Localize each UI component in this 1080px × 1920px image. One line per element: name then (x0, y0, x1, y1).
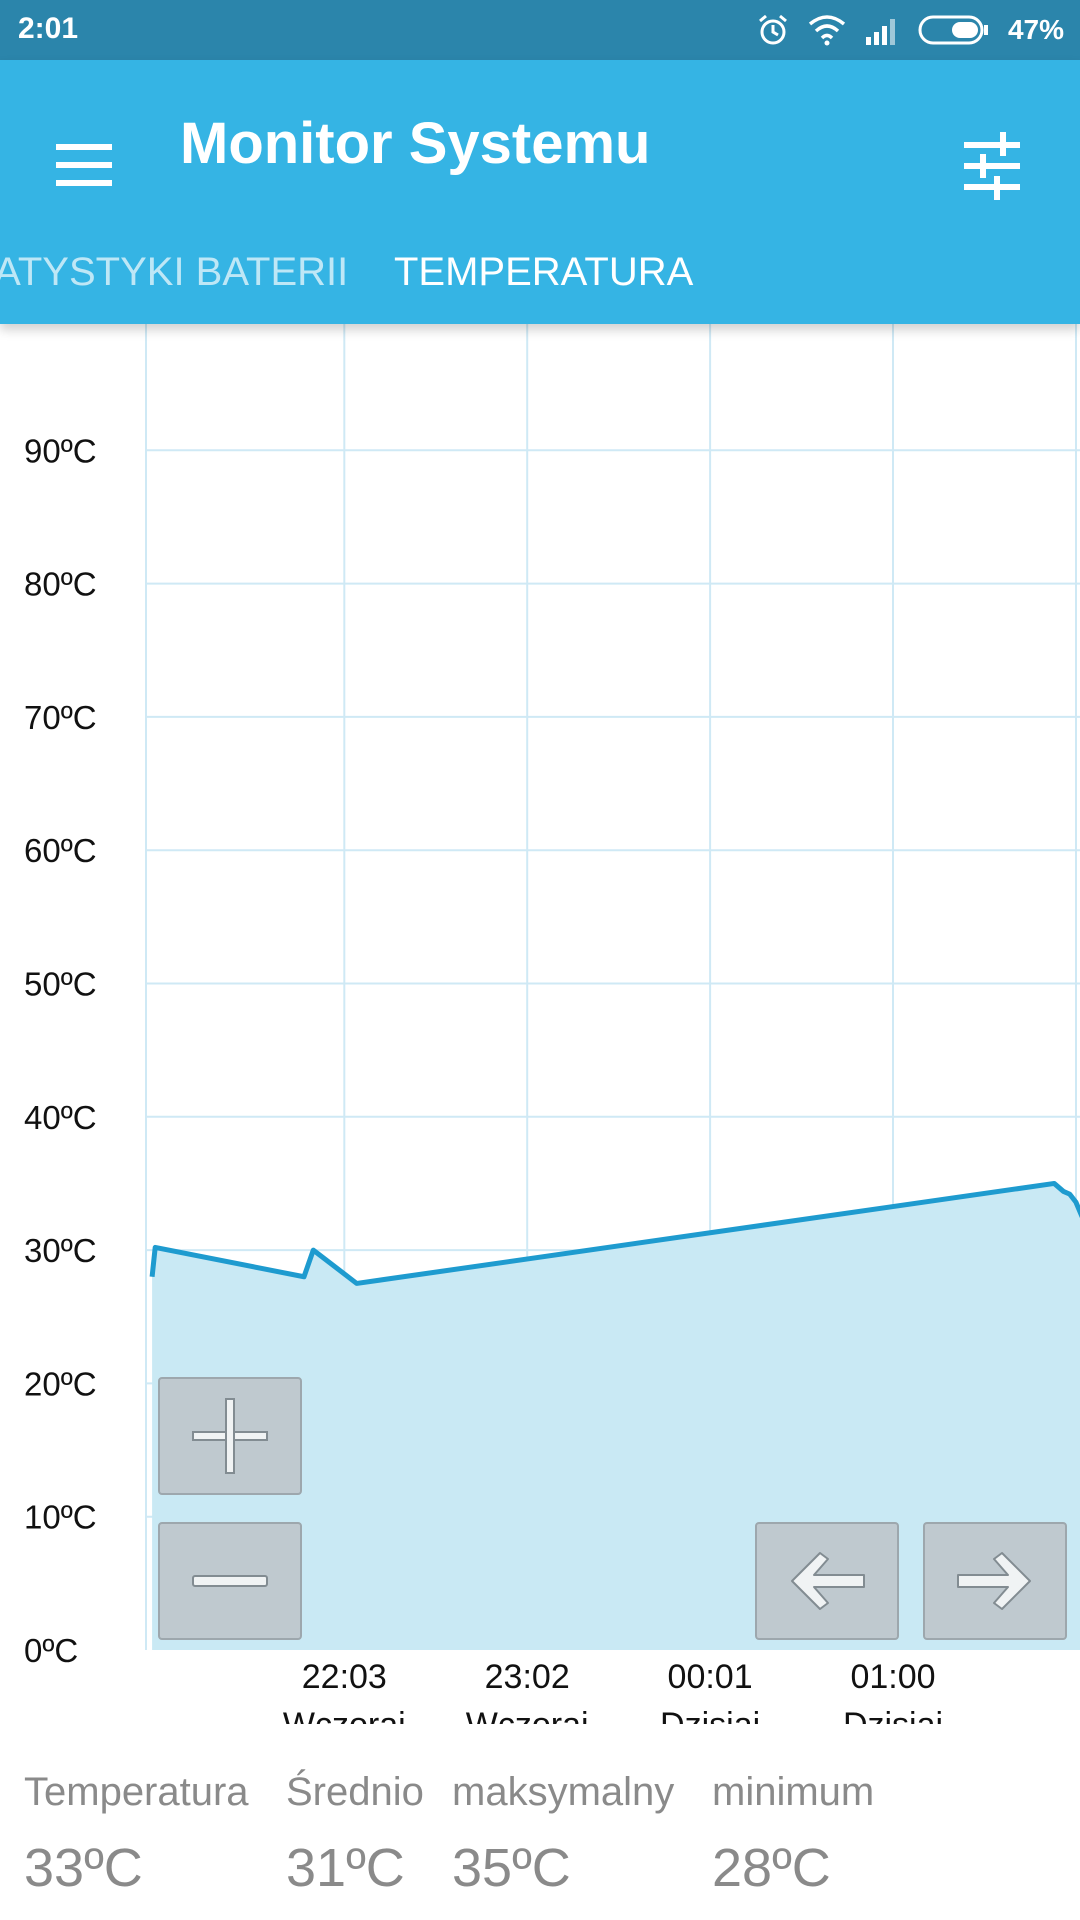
x-tick-time: 01:00 (850, 1658, 935, 1696)
stat-label: Temperatura (24, 1770, 249, 1814)
app-title: Monitor Systemu (180, 111, 651, 176)
stat-label: maksymalny (452, 1770, 675, 1814)
tab-bar: STATYSTYKI BATERII TEMPERATURA (0, 250, 1080, 324)
x-tick-time: 22:03 (302, 1658, 387, 1696)
stat-max: maksymalny 35ºC (452, 1770, 674, 1899)
y-tick-label: 60ºC (24, 832, 97, 869)
y-tick-label: 20ºC (24, 1365, 97, 1402)
stat-min: minimum 28ºC (712, 1770, 874, 1899)
stat-average: Średnio 31ºC (286, 1770, 424, 1899)
y-tick-label: 0ºC (24, 1632, 78, 1669)
stat-value: 35ºC (452, 1838, 571, 1898)
status-time: 2:01 (18, 12, 79, 45)
y-tick-label: 30ºC (24, 1232, 97, 1269)
previous-button[interactable] (755, 1522, 899, 1640)
y-tick-label: 50ºC (24, 966, 97, 1003)
hamburger-menu-icon (56, 144, 112, 186)
app-bar: Monitor Systemu STATYSTYKI BATERII TEMPE… (0, 60, 1080, 324)
x-tick-time: 23:02 (485, 1658, 570, 1696)
plus-icon (192, 1398, 268, 1474)
arrow-left-icon (791, 1552, 865, 1610)
stat-label: minimum (712, 1770, 875, 1814)
menu-button[interactable] (48, 120, 148, 220)
minus-icon (192, 1575, 268, 1587)
x-tick-day: Wczoraj (466, 1706, 589, 1724)
temperature-chart[interactable]: 0ºC 10ºC 20ºC 30ºC 40ºC 50ºC 60ºC 70ºC 80ºC 90ºC 2… (0, 324, 1080, 1724)
y-tick-label: 10ºC (24, 1499, 97, 1536)
stat-current: Temperatura 33ºC (24, 1770, 249, 1899)
arrow-right-icon (957, 1552, 1031, 1610)
battery-percent: 47% (1007, 14, 1064, 45)
signal-icon (865, 19, 895, 45)
stat-value: 31ºC (286, 1838, 405, 1898)
tab-battery-stats[interactable]: STATYSTYKI BATERII (0, 250, 348, 295)
settings-button[interactable] (944, 116, 1044, 216)
x-tick-time: 00:01 (668, 1658, 753, 1696)
x-tick-day: Dzisiaj (660, 1706, 760, 1724)
y-tick-label: 90ºC (24, 432, 97, 469)
battery-icon (918, 15, 988, 45)
x-tick-day: Wczoraj (283, 1706, 406, 1724)
stat-label: Średnio (286, 1770, 424, 1814)
tab-temperature[interactable]: TEMPERATURA (394, 250, 693, 295)
sliders-icon (964, 132, 1020, 200)
stat-value: 33ºC (24, 1838, 143, 1898)
y-tick-label: 40ºC (24, 1099, 97, 1136)
chart-svg[interactable]: 0ºC 10ºC 20ºC 30ºC 40ºC 50ºC 60ºC 70ºC 80ºC 90ºC 2… (0, 324, 1080, 1724)
zoom-in-button[interactable] (158, 1377, 302, 1495)
alarm-icon (758, 14, 787, 45)
status-icons: 47% (756, 12, 1064, 48)
status-bar: 2:01 47% (0, 0, 1080, 60)
zoom-out-button[interactable] (158, 1522, 302, 1640)
x-tick-day: Dzisiaj (843, 1706, 943, 1724)
stat-value: 28ºC (712, 1838, 831, 1898)
next-button[interactable] (923, 1522, 1067, 1640)
wifi-icon (808, 15, 846, 46)
y-tick-label: 80ºC (24, 566, 97, 603)
temperature-stats: Temperatura 33ºC Średnio 31ºC maksymalny… (0, 1770, 1080, 1920)
y-tick-label: 70ºC (24, 699, 97, 736)
